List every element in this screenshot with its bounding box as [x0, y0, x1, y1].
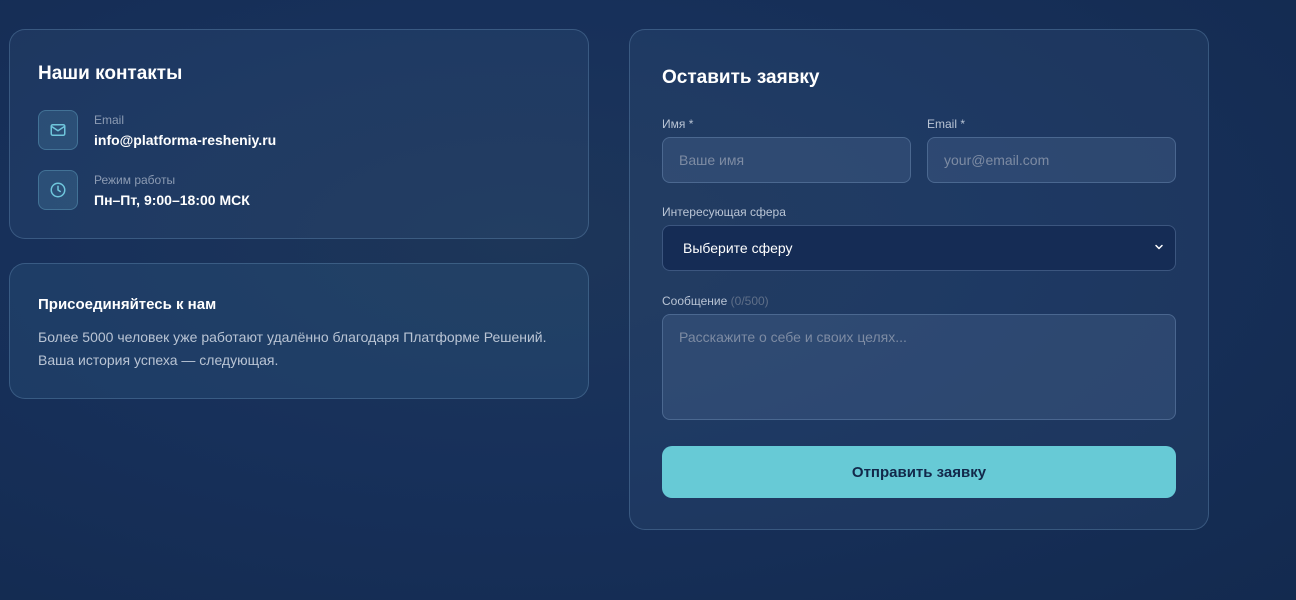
message-counter: (0/500)	[730, 294, 769, 308]
mail-icon	[38, 110, 78, 150]
join-text: Более 5000 человек уже работают удалённо…	[38, 329, 547, 368]
message-label-wrap: Сообщение (0/500)	[662, 294, 769, 308]
name-input[interactable]	[662, 137, 911, 183]
submit-button[interactable]: Отправить заявку	[662, 446, 1176, 498]
email-value: info@platforma-resheniy.ru	[94, 132, 277, 148]
sphere-select-value: Выберите сферу	[683, 240, 793, 256]
email-input[interactable]	[927, 137, 1176, 183]
hours-value: Пн–Пт, 9:00–18:00 МСК	[94, 192, 250, 208]
join-title: Присоединяйтесь к нам	[38, 296, 217, 313]
email-field-label: Email *	[927, 117, 966, 131]
join-card: Присоединяйтесь к нам Более 5000 человек…	[9, 263, 589, 399]
application-form: Оставить заявку Имя * Email * Интересующ…	[629, 29, 1209, 530]
email-label: Email	[94, 113, 125, 127]
sphere-select[interactable]: Выберите сферу	[662, 225, 1176, 271]
form-title: Оставить заявку	[662, 67, 820, 88]
clock-icon	[38, 170, 78, 210]
message-label: Сообщение	[662, 294, 728, 308]
message-textarea[interactable]	[662, 314, 1176, 420]
hours-label: Режим работы	[94, 173, 176, 187]
name-label: Имя *	[662, 117, 694, 131]
sphere-label: Интересующая сфера	[662, 205, 786, 219]
contacts-card: Наши контакты Email info@platforma-reshe…	[9, 29, 589, 239]
contacts-title: Наши контакты	[38, 63, 183, 84]
chevron-down-icon	[1153, 240, 1165, 258]
